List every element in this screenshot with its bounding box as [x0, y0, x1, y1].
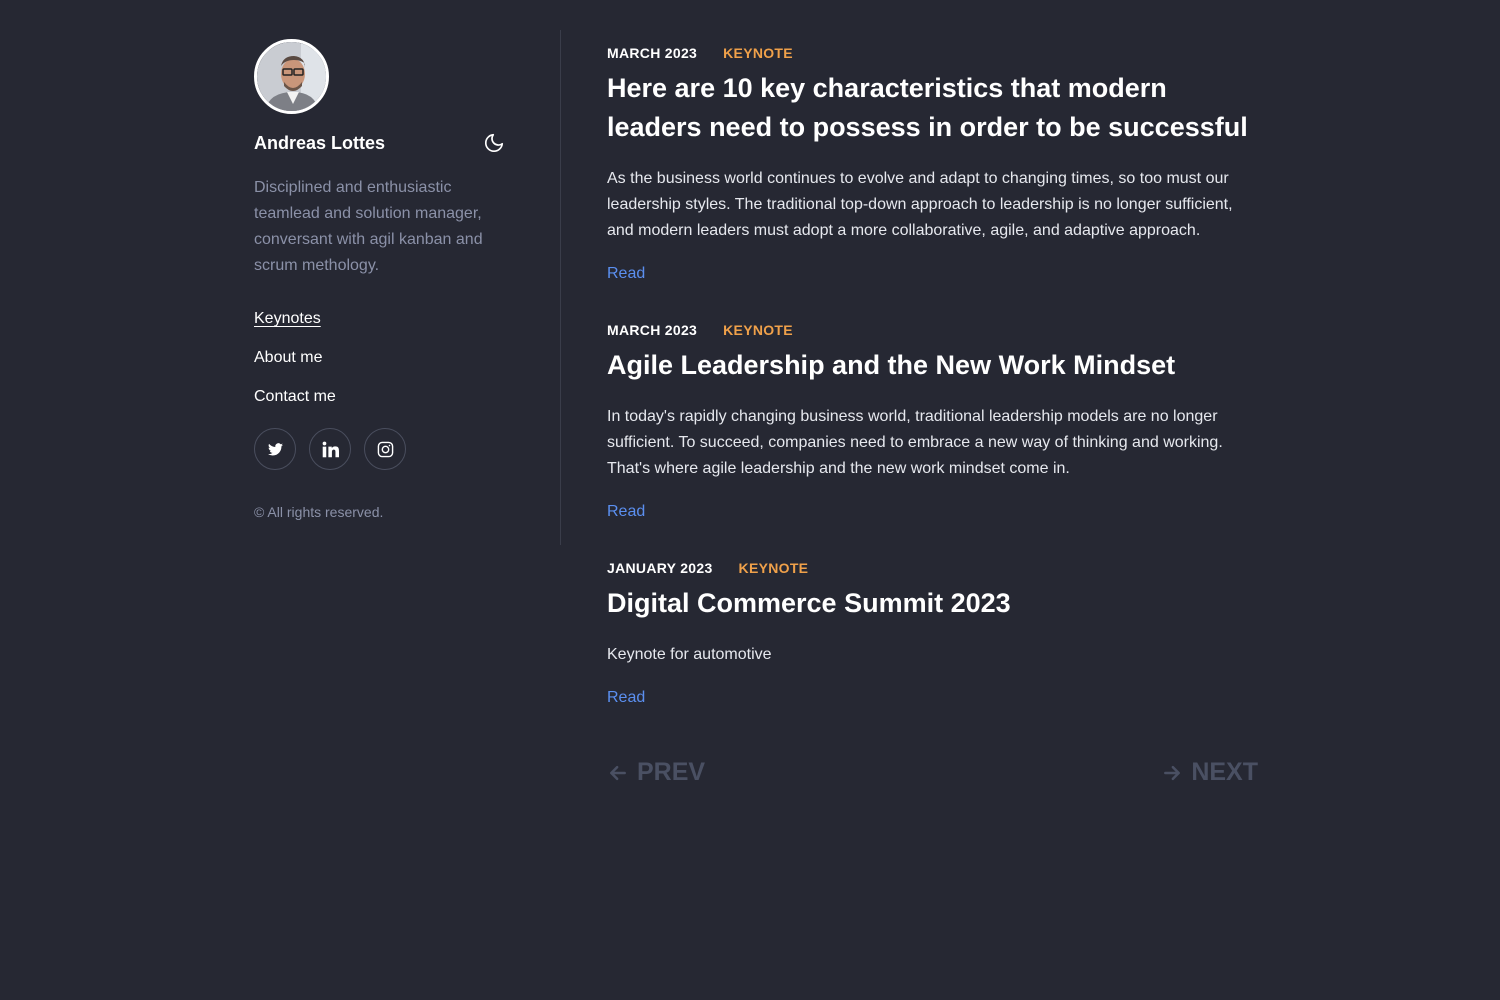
article-meta: MARCH 2023 KEYNOTE: [607, 43, 1262, 63]
main-nav: Keynotes About me Contact me: [254, 308, 514, 408]
article-title[interactable]: Digital Commerce Summit 2023: [607, 584, 1262, 623]
next-label: NEXT: [1191, 758, 1258, 786]
article-card: MARCH 2023 KEYNOTE Here are 10 key chara…: [607, 43, 1262, 283]
instagram-button[interactable]: [364, 428, 406, 470]
article-excerpt: In today's rapidly changing business wor…: [607, 408, 1223, 477]
article-tag[interactable]: KEYNOTE: [723, 320, 793, 340]
arrow-right-icon: [1164, 765, 1181, 780]
copyright: © All rights reserved.: [254, 504, 384, 520]
article-card: JANUARY 2023 KEYNOTE Digital Commerce Su…: [607, 558, 1262, 707]
article-tag[interactable]: KEYNOTE: [739, 558, 809, 578]
article-excerpt: Keynote for automotive: [607, 646, 772, 663]
article-card: MARCH 2023 KEYNOTE Agile Leadership and …: [607, 320, 1262, 521]
article-meta: JANUARY 2023 KEYNOTE: [607, 558, 1262, 578]
twitter-icon: [267, 442, 283, 455]
instagram-icon: [377, 441, 393, 457]
profile-bio: Disciplined and enthusiastic teamlead an…: [254, 179, 483, 274]
divider: [560, 30, 561, 545]
article-date: MARCH 2023: [607, 45, 698, 61]
read-link[interactable]: Read: [607, 503, 645, 521]
social-links: [254, 428, 514, 470]
pagination: PREV NEXT: [607, 758, 1258, 787]
arrow-left-icon: [610, 765, 626, 780]
article-list: MARCH 2023 KEYNOTE Here are 10 key chara…: [607, 43, 1262, 744]
linkedin-button[interactable]: [309, 428, 351, 470]
prev-label: PREV: [637, 758, 706, 786]
nav-item-about-me[interactable]: About me: [254, 347, 514, 369]
article-meta: MARCH 2023 KEYNOTE: [607, 320, 1262, 340]
article-title[interactable]: Agile Leadership and the New Work Mindse…: [607, 346, 1262, 385]
profile-name: Andreas Lottes: [254, 132, 386, 153]
read-link[interactable]: Read: [607, 689, 645, 707]
moon-icon[interactable]: [482, 131, 506, 155]
article-date: MARCH 2023: [607, 322, 698, 338]
avatar[interactable]: [254, 39, 329, 114]
nav-item-keynotes[interactable]: Keynotes: [254, 308, 514, 330]
article-excerpt: As the business world continues to evolv…: [607, 170, 1233, 239]
article-date: JANUARY 2023: [607, 560, 713, 576]
sidebar: Andreas Lottes Disciplined and enthusias…: [254, 39, 514, 520]
linkedin-icon: [322, 441, 339, 457]
prev-button[interactable]: PREV: [607, 758, 705, 787]
article-tag[interactable]: KEYNOTE: [723, 43, 793, 63]
read-link[interactable]: Read: [607, 265, 645, 283]
next-button[interactable]: NEXT: [1161, 758, 1258, 787]
twitter-button[interactable]: [254, 428, 296, 470]
nav-item-contact-me[interactable]: Contact me: [254, 386, 514, 408]
article-title[interactable]: Here are 10 key characteristics that mod…: [607, 69, 1262, 147]
